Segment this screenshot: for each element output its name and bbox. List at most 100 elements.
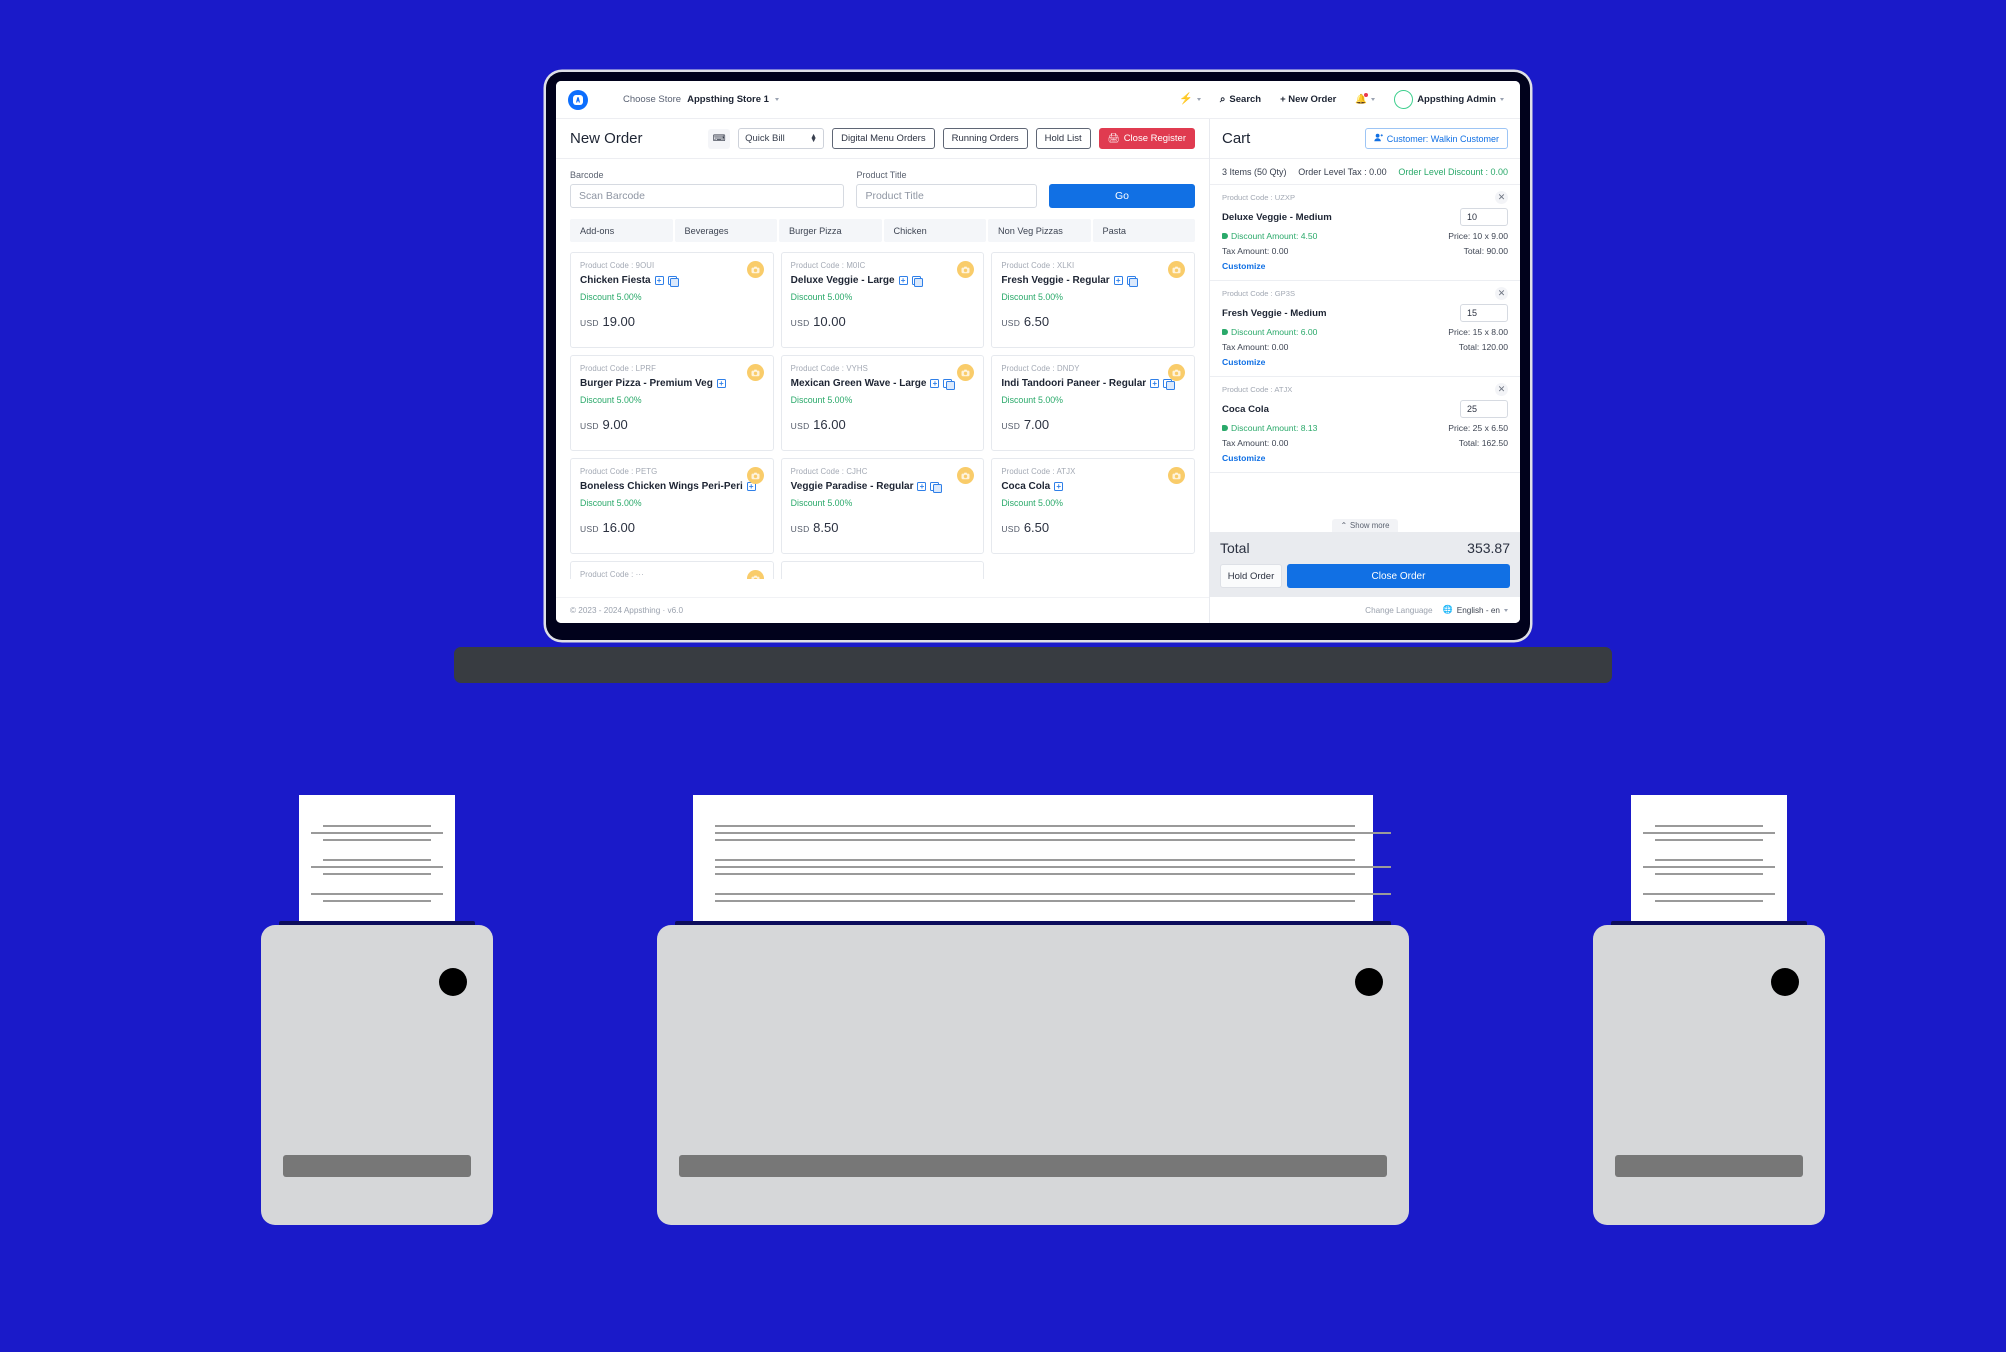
cart-item-top: Product Code : GP3S ✕ — [1222, 287, 1508, 300]
notifications-button[interactable]: 🔔 — [1355, 93, 1376, 105]
add-icon[interactable]: + — [1054, 482, 1064, 491]
product-card[interactable]: Product Code : ··· — [570, 561, 774, 579]
product-card[interactable]: Product Code : PETG Boneless Chicken Wing… — [570, 458, 774, 554]
product-grid-scroll[interactable]: Product Code : 9OUI Chicken Fiesta + Discou… — [556, 242, 1209, 597]
cart-item-qty-input[interactable] — [1460, 208, 1508, 226]
duplicate-icon[interactable] — [1163, 379, 1173, 388]
currency-code: USD — [1001, 318, 1021, 328]
product-card[interactable] — [780, 561, 985, 579]
close-register-button[interactable]: 🖨 Close Register — [1098, 128, 1195, 149]
bill-type-select[interactable]: Quick Bill ▲ ▼ — [738, 128, 825, 149]
category-chip[interactable]: Add-ons — [570, 219, 673, 242]
product-name-row: Deluxe Veggie - Large + — [791, 275, 975, 286]
camera-icon[interactable] — [746, 364, 764, 381]
close-order-button[interactable]: Close Order — [1287, 564, 1510, 588]
duplicate-icon[interactable] — [1127, 276, 1137, 285]
category-chip[interactable]: Pasta — [1092, 219, 1195, 242]
show-more-wrap: ⌃ Show more — [1210, 519, 1520, 532]
search-button[interactable]: ⌕ Search — [1220, 94, 1262, 106]
product-card[interactable]: Product Code : VYHS Mexican Green Wave - … — [780, 355, 985, 451]
currency-code: USD — [790, 421, 810, 431]
camera-icon[interactable] — [746, 261, 764, 278]
close-icon[interactable]: ✕ — [1495, 383, 1508, 396]
show-more-label: Show more — [1350, 521, 1390, 530]
show-more-button[interactable]: ⌃ Show more — [1331, 519, 1399, 532]
customize-link[interactable]: Customize — [1222, 357, 1508, 367]
add-icon[interactable]: + — [898, 276, 908, 285]
barcode-field-group: Barcode — [570, 170, 845, 208]
quick-action-bolt[interactable]: ⚡ — [1179, 93, 1201, 105]
product-title-label: Product Title — [856, 170, 907, 180]
product-card[interactable]: Product Code : 9OUI Chicken Fiesta + Discou… — [570, 252, 774, 348]
cart-item-top: Product Code : UZXP ✕ — [1222, 191, 1508, 204]
product-card[interactable]: Product Code : DNDY Indi Tandoori Paneer … — [991, 355, 1195, 451]
product-code: Product Code : VYHS — [790, 364, 868, 373]
product-discount: Discount 5.00% — [1001, 395, 1063, 405]
cart-item-price: Price: 15 x 8.00 — [1448, 327, 1508, 337]
category-chip[interactable]: Non Veg Pizzas — [988, 219, 1091, 242]
close-icon[interactable]: ✕ — [1495, 191, 1508, 204]
category-chips: Add-ons Beverages Burger Pizza Chicken Non V… — [556, 208, 1209, 242]
product-price: USD 6.50 — [1001, 520, 1185, 535]
camera-icon[interactable] — [1168, 364, 1185, 381]
barcode-input[interactable] — [570, 184, 845, 208]
user-menu[interactable]: Appsthing Admin — [1394, 90, 1504, 109]
add-icon[interactable]: + — [654, 276, 664, 285]
customize-link[interactable]: Customize — [1222, 453, 1508, 463]
cart-header: Cart Customer: Walkin Customer — [1210, 119, 1520, 159]
appsthing-logo-icon[interactable] — [568, 89, 588, 110]
keyboard-icon[interactable]: ⌨ — [708, 128, 731, 149]
language-selector[interactable]: 🌐 English - en — [1443, 605, 1508, 615]
search-label: Search — [1229, 94, 1262, 105]
digital-menu-orders-button[interactable]: Digital Menu Orders — [832, 128, 935, 149]
cart-item-qty-input[interactable] — [1460, 400, 1508, 418]
printer-knob — [439, 968, 467, 996]
product-name-row: Indi Tandoori Paneer - Regular + — [1001, 378, 1185, 389]
add-icon[interactable]: + — [1150, 379, 1160, 388]
cart-items-list[interactable]: Product Code : UZXP ✕ Deluxe Veggie - Medi… — [1210, 185, 1520, 520]
product-card[interactable]: Product Code : XLKI Fresh Veggie - Regula… — [991, 252, 1195, 348]
product-price: USD 10.00 — [791, 314, 975, 329]
new-order-button[interactable]: + New Order — [1280, 94, 1336, 105]
add-icon[interactable]: + — [917, 482, 927, 491]
product-code: Product Code : DNDY — [1001, 364, 1080, 373]
running-orders-button[interactable]: Running Orders — [942, 128, 1028, 149]
copyright-text: © 2023 - 2024 Appsthing · v6.0 — [570, 606, 684, 615]
cart-item-name: Fresh Veggie - Medium — [1222, 307, 1327, 319]
store-selector[interactable]: Choose Store Appsthing Store 1 — [623, 94, 779, 105]
product-card[interactable]: Product Code : M0IC Deluxe Veggie - Large… — [780, 252, 985, 348]
camera-icon[interactable] — [1168, 261, 1185, 278]
camera-icon[interactable] — [746, 467, 764, 484]
close-icon[interactable]: ✕ — [1495, 287, 1508, 300]
product-name: Chicken Fiesta — [580, 275, 651, 286]
duplicate-icon[interactable] — [668, 276, 678, 285]
category-chip[interactable]: Chicken — [883, 219, 986, 242]
camera-icon[interactable] — [1168, 467, 1185, 484]
add-icon[interactable]: + — [930, 379, 940, 388]
duplicate-icon[interactable] — [943, 379, 953, 388]
product-card[interactable]: Product Code : LPRF Burger Pizza - Premiu… — [570, 355, 774, 451]
go-button[interactable]: Go — [1049, 184, 1195, 208]
hold-list-button[interactable]: Hold List — [1035, 128, 1091, 149]
add-icon[interactable]: + — [1113, 276, 1123, 285]
cart-item-mid: Fresh Veggie - Medium — [1222, 304, 1508, 322]
customize-link[interactable]: Customize — [1222, 261, 1508, 271]
product-card[interactable]: Product Code : CJHC Veggie Paradise - Reg… — [780, 458, 985, 554]
cart-item-tax-row: Tax Amount: 0.00 Total: 162.50 — [1222, 438, 1508, 448]
category-chip[interactable]: Burger Pizza — [779, 219, 882, 242]
duplicate-icon[interactable] — [930, 482, 940, 491]
duplicate-icon[interactable] — [912, 276, 922, 285]
product-card[interactable]: Product Code : ATJX Coca Cola + Discount 5.… — [991, 458, 1195, 554]
customer-button[interactable]: Customer: Walkin Customer — [1364, 128, 1508, 149]
search-row: Barcode Product Title Go — [570, 170, 1195, 208]
category-chip[interactable]: Beverages — [674, 219, 777, 242]
hold-order-button[interactable]: Hold Order — [1220, 564, 1282, 588]
tag-icon — [1222, 425, 1228, 431]
cart-item-qty-input[interactable] — [1460, 304, 1508, 322]
currency-code: USD — [1001, 421, 1021, 431]
add-icon[interactable]: + — [716, 379, 726, 388]
app-topbar: Choose Store Appsthing Store 1 ⚡ ⌕ Searc… — [556, 81, 1520, 119]
store-name: Appsthing Store 1 — [687, 94, 769, 105]
product-price: USD 16.00 — [580, 520, 764, 535]
product-title-input[interactable] — [856, 184, 1037, 208]
